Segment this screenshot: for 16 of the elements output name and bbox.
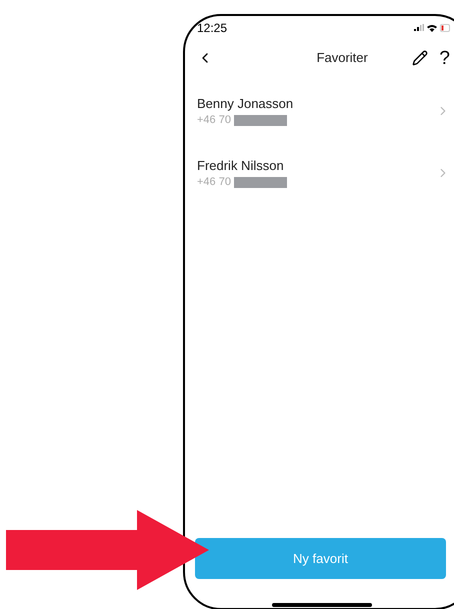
wifi-icon: [427, 24, 437, 32]
phone-number: +46 70: [197, 112, 231, 128]
contact-name: Benny Jonasson: [197, 94, 294, 112]
battery-icon: [440, 24, 450, 32]
contact-name: Fredrik Nilsson: [197, 156, 285, 174]
favorite-row[interactable]: Fredrik Nilsson +46 70: [185, 142, 450, 204]
arrow-icon: [6, 510, 209, 590]
signal-icon: [414, 24, 424, 31]
status-time: 12:25: [197, 20, 228, 36]
redaction-bar: [234, 114, 287, 126]
page-title: Favoriter: [316, 49, 368, 68]
help-button[interactable]: ?: [439, 48, 450, 68]
redaction-bar: [234, 176, 287, 188]
pencil-icon: [412, 50, 428, 66]
favorite-row[interactable]: Benny Jonasson +46 70: [185, 80, 450, 142]
phone-number: +46 70: [197, 174, 231, 190]
